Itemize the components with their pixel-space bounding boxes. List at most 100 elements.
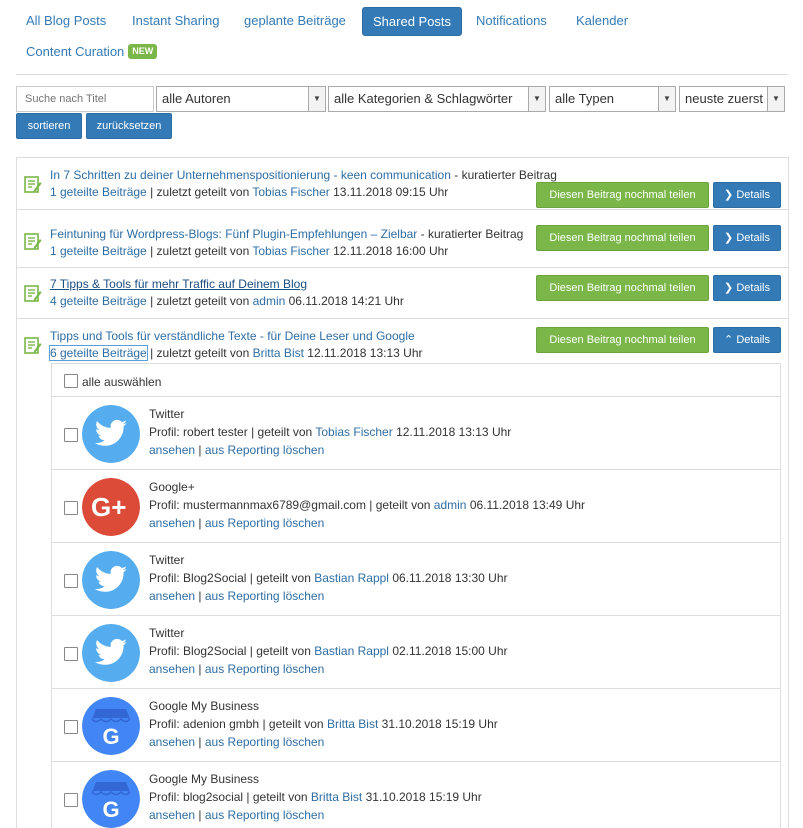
select-all-checkbox[interactable] <box>64 374 78 388</box>
share-profile-line: Profil: blog2social | geteilt von Britta… <box>149 790 482 804</box>
share-again-button[interactable]: Diesen Beitrag nochmal teilen <box>536 182 709 208</box>
last-shared-label: | zuletzt geteilt von <box>150 294 250 308</box>
shared-by-label: | geteilt von <box>369 498 431 512</box>
tab-content-curation[interactable]: Content Curation NEW <box>16 37 167 66</box>
chevron-up-icon: ⌃ <box>724 334 734 346</box>
shared-count-link[interactable]: 1 geteilte Beiträge <box>50 185 147 199</box>
post-edit-icon <box>24 285 42 302</box>
post-edit-icon <box>24 337 42 354</box>
view-link[interactable]: ansehen <box>149 662 195 676</box>
user-link[interactable]: Tobias Fischer <box>252 185 329 199</box>
shared-count-link[interactable]: 1 geteilte Beiträge <box>50 244 147 258</box>
details-label: Details <box>736 232 770 244</box>
user-link[interactable]: admin <box>434 498 467 512</box>
share-date: 06.11.2018 13:49 Uhr <box>469 498 586 512</box>
delete-reporting-link[interactable]: aus Reporting löschen <box>205 808 324 822</box>
share-date: 02.11.2018 15:00 Uhr <box>392 644 508 658</box>
user-link[interactable]: Tobias Fischer <box>252 244 329 258</box>
delete-reporting-link[interactable]: aus Reporting löschen <box>205 735 324 749</box>
share-item: Twitter Profil: Blog2Social | geteilt vo… <box>52 543 780 616</box>
category-select-value: alle Kategorien & Schlagwörter <box>334 91 513 106</box>
delete-reporting-link[interactable]: aus Reporting löschen <box>205 443 324 457</box>
select-all-row: alle auswählen <box>52 364 780 397</box>
share-actions: ansehen | aus Reporting löschen <box>149 516 324 530</box>
sort-button[interactable]: sortieren <box>16 113 82 139</box>
post-suffix: - kuratierter Beitrag <box>420 227 524 241</box>
profile-prefix: Profil: <box>149 571 180 585</box>
user-link[interactable]: Britta Bist <box>327 717 378 731</box>
tab-scheduled-posts[interactable]: geplante Beiträge <box>234 6 356 35</box>
separator: | <box>198 443 202 457</box>
user-link[interactable]: admin <box>253 294 286 308</box>
share-again-button[interactable]: Diesen Beitrag nochmal teilen <box>536 275 709 301</box>
post-meta: 1 geteilte Beiträge | zuletzt geteilt vo… <box>50 244 448 258</box>
share-checkbox[interactable] <box>64 428 78 442</box>
tab-shared-posts[interactable]: Shared Posts <box>362 7 463 36</box>
author-select-value: alle Autoren <box>162 91 231 106</box>
view-link[interactable]: ansehen <box>149 443 195 457</box>
details-button[interactable]: ❯ Details <box>713 182 781 208</box>
google-my-business-icon: G <box>82 697 140 755</box>
post-title-line: Tipps und Tools für verständliche Texte … <box>50 329 415 343</box>
post-title-link[interactable]: Tipps und Tools für verständliche Texte … <box>50 329 415 343</box>
share-profile-line: Profil: Blog2Social | geteilt von Bastia… <box>149 644 508 658</box>
view-link[interactable]: ansehen <box>149 735 195 749</box>
delete-reporting-link[interactable]: aus Reporting löschen <box>205 662 324 676</box>
share-checkbox[interactable] <box>64 793 78 807</box>
post-suffix: - kuratierter Beitrag <box>454 168 557 182</box>
delete-reporting-link[interactable]: aus Reporting löschen <box>205 589 324 603</box>
shared-count-link[interactable]: 4 geteilte Beiträge <box>50 294 147 308</box>
share-checkbox[interactable] <box>64 501 78 515</box>
view-link[interactable]: ansehen <box>149 516 195 530</box>
chevron-down-icon: ▼ <box>308 87 325 111</box>
tab-calendar[interactable]: Kalender <box>566 6 638 35</box>
post-title-line: In 7 Schritten zu deiner Unternehmenspos… <box>50 168 557 182</box>
share-again-button[interactable]: Diesen Beitrag nochmal teilen <box>536 327 709 353</box>
share-profile-line: Profil: robert tester | geteilt von Tobi… <box>149 425 511 439</box>
tab-all-blog-posts[interactable]: All Blog Posts <box>16 6 116 35</box>
post-title-link[interactable]: Feintuning für Wordpress-Blogs: Fünf Plu… <box>50 227 417 241</box>
user-link[interactable]: Bastian Rappl <box>314 644 389 658</box>
share-actions: ansehen | aus Reporting löschen <box>149 443 324 457</box>
profile-name: Blog2Social <box>183 644 247 658</box>
tab-notifications[interactable]: Notifications <box>466 6 557 35</box>
order-select[interactable]: neuste zuerst ▼ <box>679 86 785 112</box>
share-actions: ansehen | aus Reporting löschen <box>149 735 324 749</box>
post-date: 12.11.2018 16:00 Uhr <box>333 244 449 258</box>
shared-count-link[interactable]: 6 geteilte Beiträge <box>49 345 148 361</box>
post-title-link[interactable]: In 7 Schritten zu deiner Unternehmenspos… <box>50 168 451 182</box>
shared-by-label: | geteilt von <box>246 790 308 804</box>
post-title-line: Feintuning für Wordpress-Blogs: Fünf Plu… <box>50 227 523 241</box>
post-title-link[interactable]: 7 Tipps & Tools für mehr Traffic auf Dei… <box>50 277 307 291</box>
user-link[interactable]: Britta Bist <box>311 790 362 804</box>
details-button[interactable]: ❯ Details <box>713 225 781 251</box>
user-link[interactable]: Tobias Fischer <box>315 425 392 439</box>
reset-button[interactable]: zurücksetzen <box>86 113 172 139</box>
delete-reporting-link[interactable]: aus Reporting löschen <box>205 516 324 530</box>
share-checkbox[interactable] <box>64 647 78 661</box>
share-checkbox[interactable] <box>64 574 78 588</box>
details-button[interactable]: ⌃ Details <box>713 327 781 353</box>
separator: | <box>198 589 202 603</box>
tab-instant-sharing[interactable]: Instant Sharing <box>122 6 229 35</box>
author-select[interactable]: alle Autoren ▼ <box>156 86 326 112</box>
last-shared-label: | zuletzt geteilt von <box>150 346 250 360</box>
share-again-button[interactable]: Diesen Beitrag nochmal teilen <box>536 225 709 251</box>
post-date: 13.11.2018 09:15 Uhr <box>333 185 449 199</box>
category-select[interactable]: alle Kategorien & Schlagwörter ▼ <box>328 86 546 112</box>
user-link[interactable]: Britta Bist <box>253 346 304 360</box>
view-link[interactable]: ansehen <box>149 808 195 822</box>
share-checkbox[interactable] <box>64 720 78 734</box>
view-link[interactable]: ansehen <box>149 589 195 603</box>
details-button[interactable]: ❯ Details <box>713 275 781 301</box>
type-select[interactable]: alle Typen ▼ <box>549 86 676 112</box>
profile-name: robert tester <box>183 425 248 439</box>
network-name: Google My Business <box>149 699 260 713</box>
separator: | <box>198 662 202 676</box>
details-label: Details <box>736 189 770 201</box>
last-shared-label: | zuletzt geteilt von <box>150 185 250 199</box>
tab-content-curation-label: Content Curation <box>26 44 125 59</box>
search-input[interactable] <box>16 86 154 112</box>
user-link[interactable]: Bastian Rappl <box>314 571 389 585</box>
post-meta: 4 geteilte Beiträge | zuletzt geteilt vo… <box>50 294 404 308</box>
